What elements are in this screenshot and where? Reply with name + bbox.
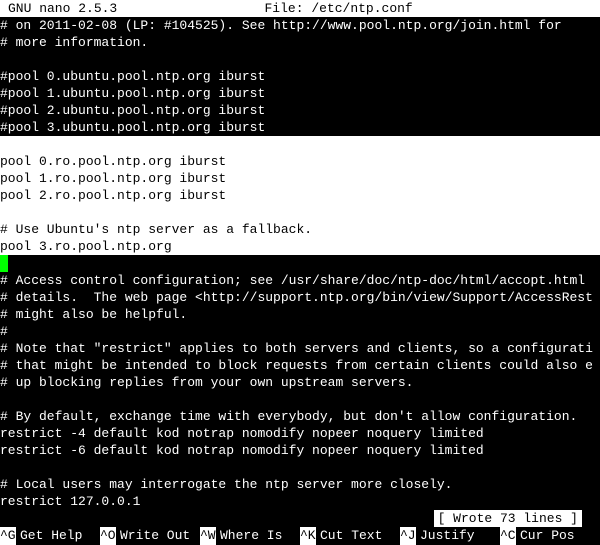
- text-line: restrict 127.0.0.1: [0, 493, 600, 510]
- cursor: [0, 255, 8, 272]
- shortcut-label: Justify: [416, 527, 475, 544]
- text-line: #pool 1.ubuntu.pool.ntp.org iburst: [0, 85, 600, 102]
- text-line: # Access control configuration; see /usr…: [0, 272, 600, 289]
- text-line: # on 2011-02-08 (LP: #104525). See http:…: [0, 17, 600, 34]
- text-line: # that might be intended to block reques…: [0, 357, 600, 374]
- text-line: #pool 0.ubuntu.pool.ntp.org iburst: [0, 68, 600, 85]
- status-message: [ Wrote 73 lines ]: [434, 510, 582, 527]
- shortcut-write-out[interactable]: ^OWrite Out: [100, 527, 200, 544]
- text-line: restrict -4 default kod notrap nomodify …: [0, 425, 600, 442]
- text-line: # might also be helpful.: [0, 306, 600, 323]
- status-bar: [ Wrote 73 lines ]: [0, 510, 600, 527]
- text-line: restrict -6 default kod notrap nomodify …: [0, 442, 600, 459]
- selected-line: [0, 136, 600, 153]
- text-line: [0, 391, 600, 408]
- text-line: [0, 51, 600, 68]
- shortcut-label: Where Is: [216, 527, 282, 544]
- selected-line: pool 0.ro.pool.ntp.org iburst: [0, 153, 600, 170]
- file-path: /etc/ntp.conf: [311, 0, 412, 17]
- cursor-line: [0, 255, 600, 272]
- shortcut-key: ^C: [500, 527, 516, 544]
- selected-line: pool 3.ro.pool.ntp.org: [0, 238, 600, 255]
- app-name: GNU nano 2.5.3: [0, 0, 117, 17]
- shortcut-cut-text[interactable]: ^KCut Text: [300, 527, 400, 544]
- text-line: #: [0, 323, 600, 340]
- shortcut-key: ^O: [100, 527, 116, 544]
- text-line: # By default, exchange time with everybo…: [0, 408, 600, 425]
- selected-line: [0, 204, 600, 221]
- selected-line: # Use Ubuntu's ntp server as a fallback.: [0, 221, 600, 238]
- shortcut-key: ^W: [200, 527, 216, 544]
- shortcut-key: ^K: [300, 527, 316, 544]
- shortcut-label: Cur Pos: [516, 527, 575, 544]
- shortcut-justify[interactable]: ^JJustify: [400, 527, 500, 544]
- shortcut-cur-pos[interactable]: ^CCur Pos: [500, 527, 600, 544]
- file-label: File:: [265, 0, 312, 17]
- shortcut-key: ^G: [0, 527, 16, 544]
- text-line: [0, 459, 600, 476]
- text-line: #pool 2.ubuntu.pool.ntp.org iburst: [0, 102, 600, 119]
- selected-line: pool 1.ro.pool.ntp.org iburst: [0, 170, 600, 187]
- text-line: # Local users may interrogate the ntp se…: [0, 476, 600, 493]
- text-line: # up blocking replies from your own upst…: [0, 374, 600, 391]
- shortcut-get-help[interactable]: ^GGet Help: [0, 527, 100, 544]
- shortcut-label: Cut Text: [316, 527, 382, 544]
- shortcut-row-1: ^GGet Help ^OWrite Out ^WWhere Is ^KCut …: [0, 527, 600, 544]
- text-line: #pool 3.ubuntu.pool.ntp.org iburst: [0, 119, 600, 136]
- shortcut-label: Write Out: [116, 527, 190, 544]
- shortcut-label: Get Help: [16, 527, 82, 544]
- editor-content[interactable]: # on 2011-02-08 (LP: #104525). See http:…: [0, 17, 600, 510]
- text-line: # Note that "restrict" applies to both s…: [0, 340, 600, 357]
- shortcut-where-is[interactable]: ^WWhere Is: [200, 527, 300, 544]
- text-line: # more information.: [0, 34, 600, 51]
- selected-line: pool 2.ro.pool.ntp.org iburst: [0, 187, 600, 204]
- titlebar: GNU nano 2.5.3 File: /etc/ntp.conf: [0, 0, 600, 17]
- shortcut-key: ^J: [400, 527, 416, 544]
- text-line: # details. The web page <http://support.…: [0, 289, 600, 306]
